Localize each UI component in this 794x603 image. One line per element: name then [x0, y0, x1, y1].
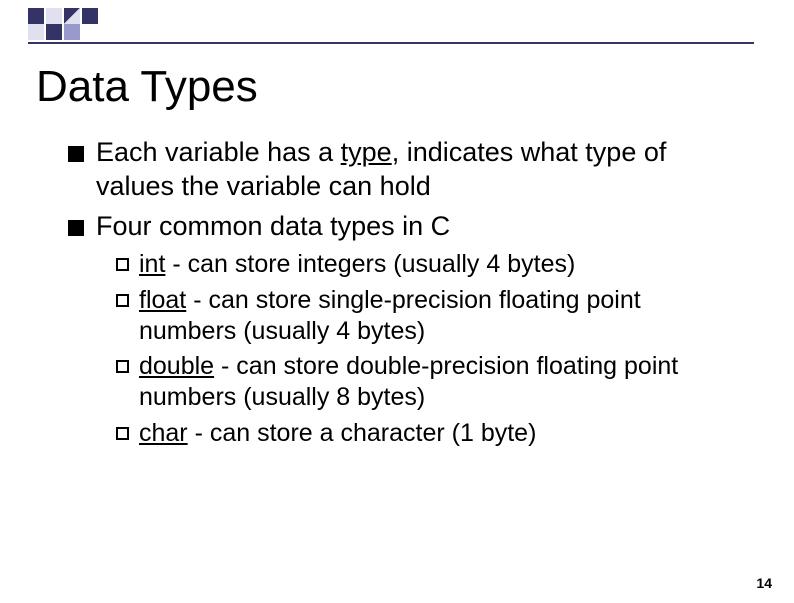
- sub-bullet-text: int - can store integers (usually 4 byte…: [139, 249, 734, 280]
- hollow-square-bullet-icon: [116, 258, 129, 271]
- sub-bullet-text: float - can store single-precision float…: [139, 285, 734, 348]
- description: - can store double-precision floating po…: [139, 352, 678, 411]
- square-bullet-icon: [68, 146, 84, 162]
- description: - can store integers (usually 4 bytes): [165, 250, 575, 278]
- slide: Data Types Each variable has a type, ind…: [0, 8, 794, 603]
- bullet-text: Four common data types in C: [96, 210, 734, 244]
- bullet-level2: float - can store single-precision float…: [116, 285, 734, 348]
- bullet-level2: int - can store integers (usually 4 byte…: [116, 249, 734, 280]
- decoration-row-1: [28, 8, 754, 24]
- slide-body: Each variable has a type, indicates what…: [68, 136, 734, 449]
- slide-title: Data Types: [36, 62, 754, 112]
- hollow-square-bullet-icon: [116, 294, 129, 307]
- keyword: char: [139, 419, 188, 447]
- keyword: double: [139, 352, 214, 380]
- text-span: Each variable has a: [96, 137, 341, 167]
- bullet-level1: Four common data types in C: [68, 210, 734, 244]
- sub-bullet-text: double - can store double-precision floa…: [139, 351, 734, 414]
- hollow-square-bullet-icon: [116, 427, 129, 440]
- bullet-level1: Each variable has a type, indicates what…: [68, 136, 734, 204]
- horizontal-rule: [28, 42, 754, 44]
- hollow-square-bullet-icon: [116, 360, 129, 373]
- decoration-row-2: [28, 24, 754, 40]
- keyword: float: [139, 286, 186, 314]
- underlined-term: type: [341, 137, 392, 167]
- bullet-text: Each variable has a type, indicates what…: [96, 136, 734, 204]
- square-bullet-icon: [68, 220, 84, 236]
- sub-bullet-group: int - can store integers (usually 4 byte…: [116, 249, 734, 449]
- bullet-level2: char - can store a character (1 byte): [116, 418, 734, 449]
- description: - can store single-precision floating po…: [139, 286, 641, 345]
- sub-bullet-text: char - can store a character (1 byte): [139, 418, 734, 449]
- description: - can store a character (1 byte): [188, 419, 537, 447]
- keyword: int: [139, 250, 165, 278]
- page-number: 14: [756, 575, 772, 591]
- bullet-level2: double - can store double-precision floa…: [116, 351, 734, 414]
